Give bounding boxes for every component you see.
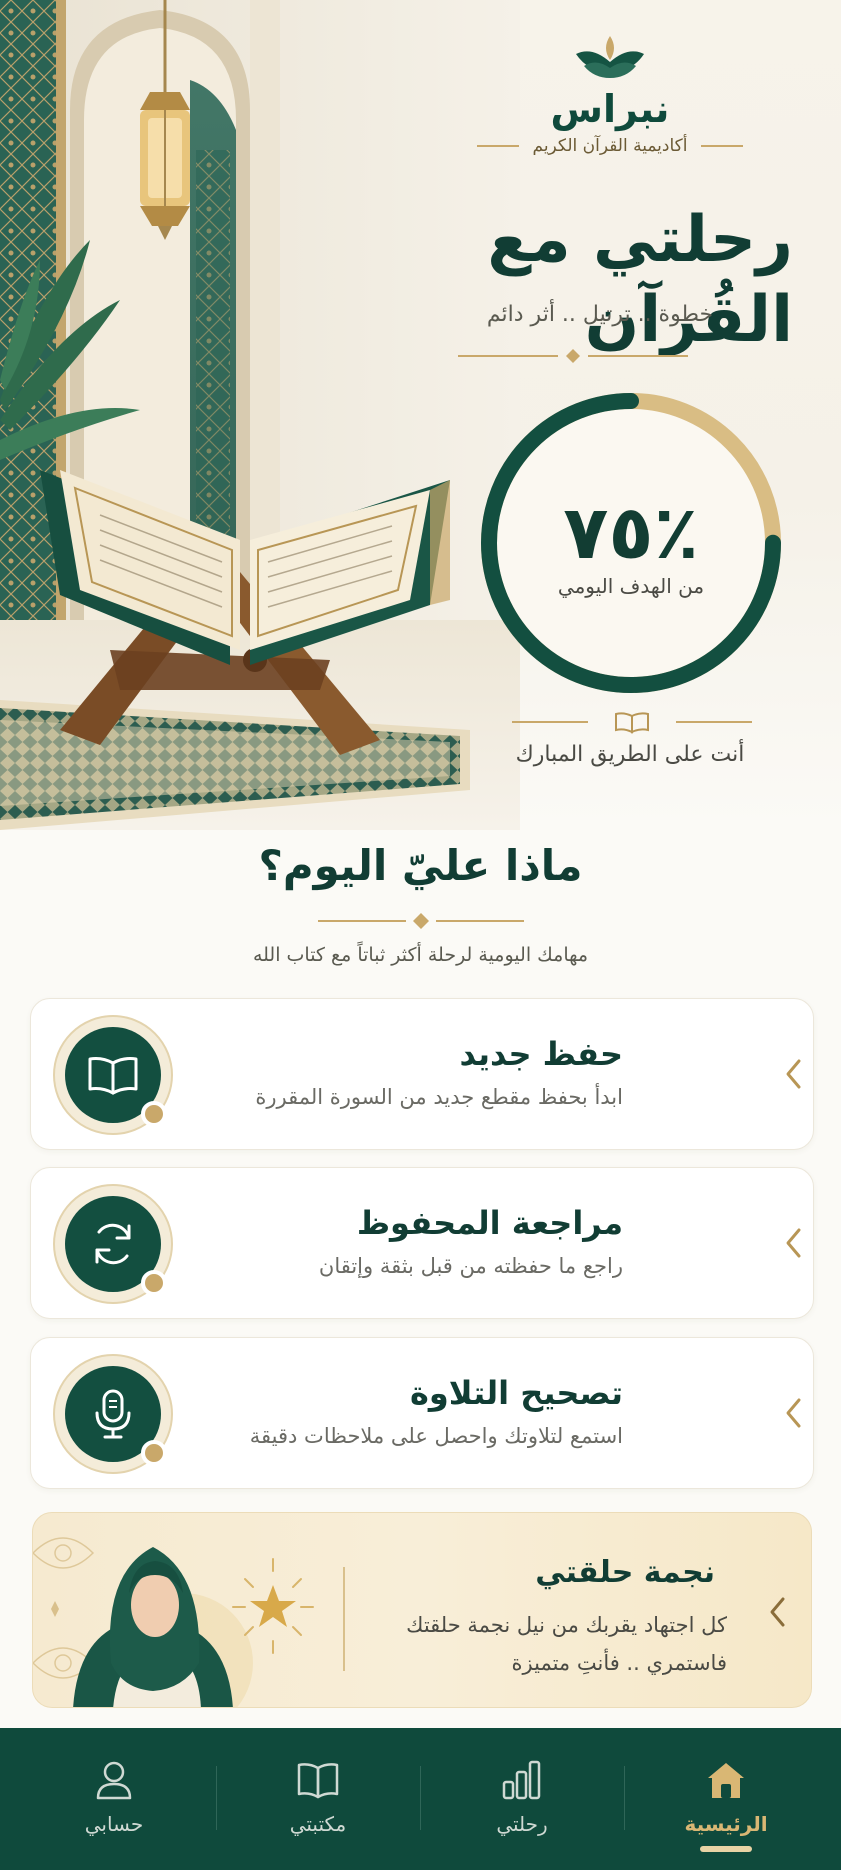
chevron-left-icon (786, 1228, 801, 1258)
nav-label: مكتبتي (289, 1812, 347, 1836)
hero-title: رحلتي مع القُرآن (487, 203, 793, 357)
book-icon (297, 1763, 339, 1799)
status-dot (141, 1270, 167, 1296)
ornament-divider (318, 913, 524, 929)
star-banner-illustration (33, 1537, 314, 1707)
task-card-new-memorization[interactable]: حفظ جديد ابدأ بحفظ مقطع جديد من السورة ا… (30, 998, 814, 1150)
nav-label: رحلتي (496, 1812, 548, 1836)
microphone-icon (95, 1389, 131, 1439)
nav-divider (624, 1766, 625, 1830)
chevron-left-icon (786, 1398, 801, 1428)
hero-section: نبراس أكاديمية القرآن الكريم رحلتي مع ال… (0, 0, 841, 830)
star-banner-text: فاستمري .. فأنتِ متميزة (511, 1651, 727, 1675)
progress-percent: ٪٧٥ (563, 490, 699, 576)
nav-label: حسابي (84, 1812, 144, 1836)
nav-item-home[interactable]: الرئيسية (626, 1728, 826, 1870)
nav-item-journey[interactable]: رحلتي (422, 1728, 622, 1870)
task-title: تصحيح التلاوة (410, 1374, 623, 1412)
today-section-subtitle: مهامك اليومية لرحلة أكثر ثباتاً مع كتاب … (252, 944, 589, 966)
brand-name: نبراس (550, 87, 670, 131)
task-description: ابدأ بحفظ مقطع جديد من السورة المقررة (255, 1085, 623, 1109)
brand-subtitle: أكاديمية القرآن الكريم (532, 136, 688, 156)
task-card-review[interactable]: مراجعة المحفوظ راجع ما حفظته من قبل بثقة… (30, 1167, 814, 1319)
task-card-recitation-correction[interactable]: تصحيح التلاوة استمع لتلاوتك واحصل على مل… (30, 1337, 814, 1489)
chevron-left-icon (770, 1597, 785, 1627)
bar-chart-icon (502, 1760, 541, 1800)
task-description: استمع لتلاوتك واحصل على ملاحظات دقيقة (249, 1424, 623, 1448)
bottom-navigation: حسابي مكتبتي رحلتي الرئيسية (0, 1728, 841, 1870)
user-icon (96, 1761, 132, 1800)
status-dot (141, 1440, 167, 1466)
open-book-icon (88, 1057, 138, 1095)
divider-line (476, 145, 519, 147)
open-book-icon (615, 712, 649, 734)
path-ornament (512, 712, 752, 734)
task-icon-badge (53, 1354, 173, 1474)
task-icon-badge (53, 1015, 173, 1135)
task-title: مراجعة المحفوظ (356, 1204, 623, 1242)
divider-line (701, 145, 744, 147)
star-banner-text: كل اجتهاد يقربك من نيل نجمة حلقتك (406, 1613, 727, 1637)
task-title: حفظ جديد (459, 1035, 623, 1073)
app-screen: نبراس أكاديمية القرآن الكريم رحلتي مع ال… (0, 0, 841, 1870)
progress-caption: من الهدف اليومي (557, 574, 705, 598)
nav-item-library[interactable]: مكتبتي (218, 1728, 418, 1870)
nav-divider (216, 1766, 217, 1830)
brand-logo-icon (576, 36, 644, 78)
star-banner-title: نجمة حلقتي (535, 1555, 715, 1590)
path-message: أنت على الطريق المبارك (515, 742, 745, 767)
nav-label: الرئيسية (684, 1812, 768, 1836)
task-icon-badge (53, 1184, 173, 1304)
home-icon (708, 1763, 744, 1798)
chevron-left-icon (786, 1059, 801, 1089)
nav-divider (420, 1766, 421, 1830)
today-section-title: ماذا عليّ اليوم؟ (258, 841, 583, 890)
star-banner[interactable]: نجمة حلقتي كل اجتهاد يقربك من نيل نجمة ح… (32, 1512, 812, 1708)
task-description: راجع ما حفظته من قبل بثقة وإتقان (318, 1254, 623, 1278)
status-dot (141, 1101, 167, 1127)
brand-subtitle-row: أكاديمية القرآن الكريم (420, 136, 800, 156)
brand-header: نبراس أكاديمية القرآن الكريم (420, 32, 800, 156)
refresh-icon (95, 1223, 131, 1265)
hero-tagline: خطوة .. ترتيل .. أثر دائم (486, 302, 714, 327)
nav-item-profile[interactable]: حسابي (14, 1728, 214, 1870)
active-indicator (700, 1846, 752, 1852)
ornament-divider (458, 349, 688, 363)
